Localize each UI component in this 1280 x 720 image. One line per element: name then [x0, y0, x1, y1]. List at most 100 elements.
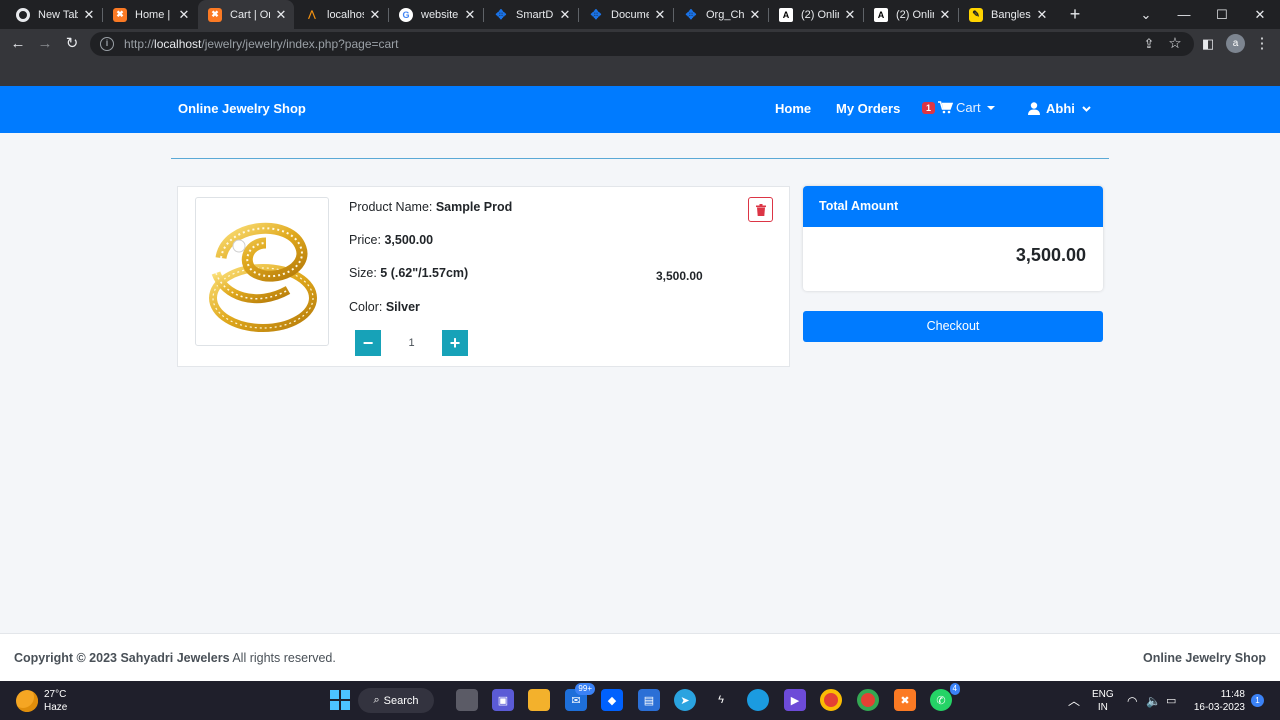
dropbox-icon[interactable]: ◆ — [601, 689, 623, 711]
tab-google-search[interactable]: G website n ✕ — [389, 0, 483, 29]
tab-label: (2) Online — [801, 8, 839, 21]
close-icon[interactable]: ✕ — [82, 7, 96, 23]
tab-localhost[interactable]: ⋀ localhost ✕ — [295, 0, 388, 29]
browser-toolbar: ← → ↻ i http://localhost/jewelry/jewelry… — [0, 29, 1280, 59]
haze-weather-icon — [16, 690, 38, 712]
nav-cart-dropdown[interactable]: 1 Cart — [922, 100, 995, 115]
decrease-quantity-button[interactable]: − — [355, 330, 381, 356]
checkout-button[interactable]: Checkout — [803, 311, 1103, 342]
back-arrow-icon[interactable]: ← — [8, 34, 28, 54]
tab-cart-active[interactable]: ✖ Cart | Onl ✕ — [198, 0, 294, 29]
tab-label: website n — [421, 8, 459, 21]
file-explorer-icon[interactable] — [528, 689, 550, 711]
volume-icon[interactable]: 🔈 — [1146, 681, 1161, 720]
tab-online-2[interactable]: A (2) Online ✕ — [864, 0, 958, 29]
content-divider — [171, 158, 1109, 159]
bangles-icon: ✎ — [969, 7, 983, 22]
wifi-icon[interactable]: ◠ — [1127, 681, 1137, 720]
smartdraw-icon: ✥ — [590, 6, 602, 22]
minimize-button[interactable]: — — [1165, 0, 1203, 29]
tab-document[interactable]: ✥ Documen ✕ — [579, 0, 673, 29]
tab-search-chevron-icon[interactable]: ⌄ — [1127, 0, 1165, 29]
close-icon[interactable]: ✕ — [748, 7, 762, 23]
nav-my-orders-link[interactable]: My Orders — [836, 101, 900, 116]
tab-org-chart[interactable]: ✥ Org_Char ✕ — [674, 0, 768, 29]
cart-icon — [938, 101, 954, 114]
close-icon[interactable]: ✕ — [274, 7, 288, 23]
total-amount-value: 3,500.00 — [1015, 245, 1086, 265]
product-price: 3,500.00 — [384, 233, 434, 247]
site-brand[interactable]: Online Jewelry Shop — [178, 101, 306, 116]
chrome-taskbar-icon[interactable] — [820, 689, 842, 711]
tab-smartdraw[interactable]: ✥ SmartDra ✕ — [484, 0, 578, 29]
store-icon[interactable]: ▤ — [638, 689, 660, 711]
close-window-button[interactable]: ✕ — [1241, 0, 1279, 29]
close-icon[interactable]: ✕ — [463, 7, 477, 23]
total-amount-card: Total Amount 3,500.00 — [803, 186, 1103, 291]
product-price-line: Price: 3,500.00 — [349, 233, 433, 247]
product-size-label: Size: — [349, 266, 381, 280]
edge-icon[interactable] — [747, 689, 769, 711]
close-icon[interactable]: ✕ — [843, 7, 857, 23]
user-icon — [1028, 102, 1040, 115]
language-indicator[interactable]: ENG IN — [1092, 681, 1114, 720]
forward-arrow-icon[interactable]: → — [35, 34, 55, 54]
maximize-button[interactable]: ☐ — [1203, 0, 1241, 29]
footer-copyright: Copyright © 2023 Sahyadri Jewelers All r… — [14, 651, 336, 665]
chrome-profile-taskbar-icon[interactable] — [857, 689, 879, 711]
tab-label: localhost — [327, 8, 364, 21]
battery-icon[interactable]: ▭ — [1166, 681, 1176, 720]
menu-kebab-icon[interactable]: ⋮ — [1252, 34, 1272, 54]
whatsapp-icon[interactable]: ✆ 4 — [930, 683, 960, 711]
taskbar-search[interactable]: ⌕ Search — [358, 688, 434, 713]
increase-quantity-button[interactable]: + — [442, 330, 468, 356]
product-size-line: Size: 5 (.62"/1.57cm) — [349, 266, 468, 280]
product-name: Sample Prod — [435, 200, 513, 214]
profile-avatar[interactable]: a — [1226, 34, 1245, 53]
url-text[interactable]: http://localhost/jewelry/jewelry/index.p… — [124, 37, 399, 51]
video-editor-icon[interactable]: ▶ — [784, 689, 806, 711]
windows-start-icon[interactable] — [329, 689, 351, 711]
mail-icon[interactable]: ✉ 99+ — [565, 683, 595, 711]
bolt-app-icon[interactable]: ϟ — [710, 689, 732, 711]
smartdraw-icon: ✥ — [685, 6, 697, 22]
google-icon: G — [399, 7, 413, 22]
teams-chat-icon[interactable]: ▣ — [492, 689, 514, 711]
close-icon[interactable]: ✕ — [1035, 7, 1049, 23]
new-tab-button[interactable]: + — [1066, 4, 1084, 24]
bookmark-star-icon[interactable]: ☆ — [1165, 34, 1185, 54]
close-icon[interactable]: ✕ — [177, 7, 191, 23]
telegram-icon[interactable]: ➤ — [674, 689, 696, 711]
site-info-icon[interactable]: i — [100, 37, 114, 51]
tab-online-1[interactable]: A (2) Online ✕ — [769, 0, 863, 29]
tab-home[interactable]: ✖ Home | O ✕ — [103, 0, 197, 29]
clock-time: 11:48 — [1220, 688, 1245, 700]
close-icon[interactable]: ✕ — [558, 7, 572, 23]
close-icon[interactable]: ✕ — [653, 7, 667, 23]
delete-item-button[interactable] — [748, 197, 773, 222]
close-icon[interactable]: ✕ — [938, 7, 952, 23]
site-footer: Copyright © 2023 Sahyadri Jewelers All r… — [0, 633, 1280, 681]
address-bar[interactable]: i http://localhost/jewelry/jewelry/index… — [90, 32, 1194, 56]
tray-chevron-up-icon[interactable]: ︿ — [1068, 681, 1080, 720]
close-icon[interactable]: ✕ — [368, 7, 382, 23]
notification-badge[interactable]: 1 — [1251, 694, 1264, 707]
clock[interactable]: 11:48 16-03-2023 — [1193, 681, 1245, 720]
weather-widget[interactable]: 27°C Haze — [16, 688, 67, 714]
nav-home-link[interactable]: Home — [775, 101, 811, 116]
a-icon: A — [779, 7, 793, 22]
quantity-input[interactable] — [381, 330, 442, 356]
tab-new-tab[interactable]: New Tab ✕ — [6, 0, 102, 29]
xampp-icon: ✖ — [113, 7, 127, 22]
reload-icon[interactable]: ↻ — [62, 34, 82, 54]
task-view-icon[interactable] — [456, 689, 478, 711]
xampp-taskbar-icon[interactable]: ✖ — [894, 689, 916, 711]
tab-bangles[interactable]: ✎ Bangles & ✕ — [959, 0, 1055, 29]
nav-user-dropdown[interactable]: Abhi — [1028, 101, 1091, 116]
share-icon[interactable]: ⇪ — [1139, 34, 1159, 54]
bookmark-bar — [0, 59, 1280, 86]
side-panel-icon[interactable]: ◧ — [1198, 34, 1218, 54]
tab-label: Org_Char — [706, 8, 744, 21]
language-code: ENG — [1092, 688, 1114, 700]
product-image-ring[interactable] — [195, 197, 329, 346]
